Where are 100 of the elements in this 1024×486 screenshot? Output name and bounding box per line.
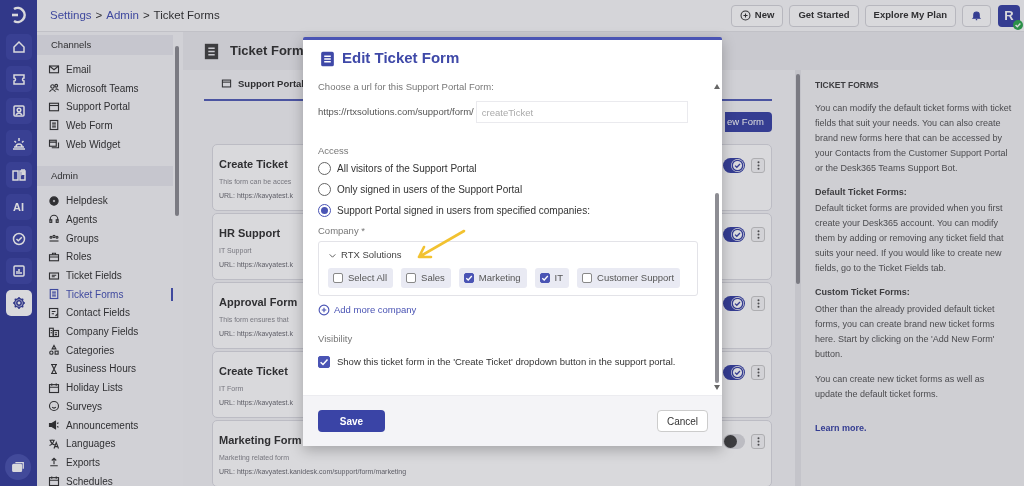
kebab-icon [756, 230, 760, 239]
toggle-switch[interactable] [723, 434, 745, 449]
radio-button[interactable] [318, 204, 331, 217]
department-checkbox[interactable]: Customer Support [577, 268, 681, 288]
add-form-button[interactable]: ew Form [725, 112, 772, 132]
save-button[interactable]: Save [318, 410, 385, 432]
sidebar-item[interactable]: Categories [37, 340, 173, 360]
page-title: Ticket Form [230, 42, 304, 61]
sunrise-icon [10, 135, 27, 151]
sidebar-item[interactable]: Languages [37, 434, 173, 454]
sidebar-item[interactable]: Schedules [37, 471, 173, 486]
nav-button[interactable] [5, 66, 32, 92]
sidebar-item[interactable]: Microsoft Teams [37, 78, 173, 98]
check-circle-icon [731, 297, 744, 310]
company-toggle[interactable]: RTX Solutions [328, 248, 402, 262]
sidebar-item[interactable]: Groups [37, 228, 173, 248]
more-button[interactable] [751, 434, 765, 449]
kebab-icon [756, 161, 760, 170]
check-circle-icon [731, 366, 744, 379]
notification-button[interactable] [962, 4, 991, 27]
department-checkbox[interactable]: Marketing [458, 268, 527, 288]
form-title: Marketing Form [219, 433, 302, 448]
chat-button[interactable] [5, 454, 31, 480]
breadcrumb-link[interactable]: Settings [50, 6, 92, 25]
panel-heading: Custom Ticket Forms: [815, 286, 911, 300]
nav-button[interactable] [5, 162, 32, 188]
window-icon [48, 100, 60, 113]
add-company-link[interactable]: Add more company [318, 302, 698, 318]
sidebar-item[interactable]: Company Fields [37, 322, 173, 341]
toggle-switch[interactable] [723, 227, 745, 242]
header-button[interactable]: Explore My Plan [864, 4, 956, 27]
sidebar-item[interactable]: Announcements [37, 415, 173, 435]
checkmark-icon [464, 274, 473, 282]
department-checkbox[interactable]: Sales [401, 268, 451, 288]
plus-circle-icon [318, 304, 330, 316]
sidebar-item[interactable]: Web Form [37, 116, 173, 135]
envelope-icon [48, 63, 60, 76]
nav-button[interactable] [5, 258, 32, 284]
document-icon [48, 288, 60, 301]
sidebar-item[interactable]: Agents [37, 210, 173, 229]
nav-button[interactable]: AI [5, 194, 32, 220]
toggle-switch[interactable] [723, 296, 745, 311]
panel-title: TICKET FORMS [815, 79, 880, 92]
radio-button[interactable] [318, 183, 331, 196]
cancel-button[interactable]: Cancel [657, 410, 708, 432]
panel-paragraph: Other than the already provided default ticket forms, you can create brand new ticket forms here. Start by clicking on the 'Add New Form' button. [815, 302, 996, 361]
header-button[interactable]: Get Started [789, 4, 859, 27]
scrollbar[interactable] [795, 70, 801, 486]
home-icon [10, 39, 27, 55]
department-checkbox[interactable]: Select All [328, 268, 394, 288]
nav-button[interactable] [5, 130, 32, 156]
sidebar-item[interactable]: Exports [37, 453, 173, 472]
toggle-switch[interactable] [723, 158, 745, 173]
dialog-title: Edit Ticket Form [342, 48, 460, 69]
sidebar-item[interactable]: Roles [37, 247, 173, 267]
sidebar-item[interactable]: Business Hours [37, 359, 173, 379]
form-title: Create Ticket [219, 364, 288, 379]
building-icon [48, 325, 60, 338]
new-button[interactable]: New [730, 4, 784, 27]
contact-card-icon [48, 306, 60, 319]
sidebar-item[interactable]: Helpdesk [37, 191, 173, 211]
sidebar-item[interactable]: Ticket Forms [37, 284, 173, 304]
radio-button[interactable] [318, 162, 331, 175]
nav-button[interactable] [5, 98, 32, 124]
tab[interactable]: Support Portal [204, 76, 304, 99]
nav-button[interactable] [5, 290, 32, 316]
sidebar-item[interactable]: Ticket Fields [37, 266, 173, 285]
document-icon [203, 42, 220, 60]
more-button[interactable] [751, 227, 765, 242]
sidebar-item[interactable]: Holiday Lists [37, 378, 173, 397]
url-slug-field[interactable]: createTicket [475, 101, 688, 123]
learn-more-link[interactable]: Learn more. [815, 421, 867, 436]
field-label: Visibility [318, 332, 354, 346]
group-icon [48, 232, 60, 245]
document-icon [48, 119, 60, 132]
sidebar-item[interactable]: Web Widget [37, 134, 173, 154]
headset-icon [48, 213, 60, 226]
checkmark-icon [540, 274, 549, 282]
more-button[interactable] [751, 296, 765, 311]
sidebar-item[interactable]: Contact Fields [37, 303, 173, 323]
ticket-icon [10, 71, 27, 87]
sidebar-item[interactable]: Support Portal [37, 97, 173, 117]
nav-button[interactable] [5, 34, 32, 60]
checkbox[interactable] [318, 356, 330, 368]
department-checkbox[interactable]: IT [534, 268, 569, 288]
radio-label: Only signed in users of the Support Portal [337, 183, 523, 197]
nav-button[interactable] [5, 226, 32, 252]
user-avatar[interactable]: R [998, 4, 1020, 27]
sidebar-item[interactable]: Surveys [37, 397, 173, 416]
sidebar-item[interactable]: Email [37, 60, 173, 79]
toggle-switch[interactable] [723, 365, 745, 380]
more-button[interactable] [751, 365, 765, 380]
form-title: Create Ticket [219, 157, 288, 172]
more-button[interactable] [751, 158, 765, 173]
calendar-icon [48, 381, 60, 394]
section-heading: Admin [37, 166, 173, 187]
breadcrumb-link[interactable]: Admin [106, 6, 139, 25]
people-icon [48, 82, 60, 95]
hourglass-icon [48, 362, 60, 375]
radio-label: Support Portal signed in users from specified companies: [337, 204, 590, 218]
